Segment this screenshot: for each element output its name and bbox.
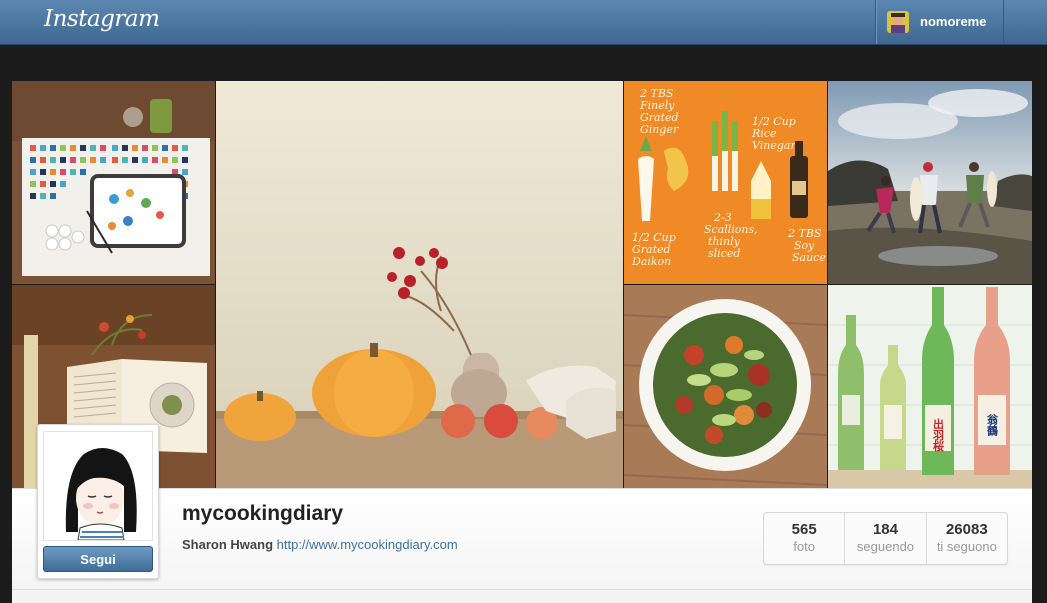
profile-stats: 565 foto 184 seguendo 26083 ti seguono [763,512,1008,565]
top-nav-bar: Instagram nomoreme [0,0,1047,45]
user-avatar[interactable] [887,11,909,33]
photo-tile-recipe-card[interactable]: 2 TBS Finely Grated Ginger 1/2 Cup Rice … [624,81,827,284]
stat-following-label: seguendo [856,539,915,554]
divider [12,589,1032,590]
photo-tile-pumpkins[interactable] [216,81,623,488]
sake-label-text: 翁鶴 [986,413,999,437]
stat-followers-label: ti seguono [936,539,997,554]
profile-avatar[interactable] [43,431,153,541]
photo-grid: 2 TBS Finely Grated Ginger 1/2 Cup Rice … [12,81,1032,488]
recipe-text-line: Ginger [640,123,679,136]
username-label[interactable]: nomoreme [920,14,986,29]
profile-full-name: Sharon Hwang [182,537,274,552]
profile-website-link[interactable]: http://www.mycookingdiary.com [277,537,458,552]
recipe-text-line: Vinegar [752,139,796,152]
instagram-logo[interactable]: Instagram [44,6,160,32]
stat-following[interactable]: 184 seguendo [844,513,925,564]
stat-photos-count: 565 [791,521,817,538]
recipe-text-line: Sauce [792,251,826,264]
sake-label-text: 出羽桜 [932,417,945,452]
stat-followers-count: 26083 [945,521,988,538]
user-menu[interactable]: nomoreme [875,0,1004,44]
stat-photos[interactable]: 565 foto [764,513,844,564]
photo-tile-salad[interactable] [624,285,827,488]
follow-button[interactable]: Segui [43,546,153,572]
recipe-text-line: Daikon [631,255,671,268]
stat-photos-label: foto [793,539,815,554]
photo-tile-beach[interactable] [828,81,1032,284]
recipe-text-line: sliced [708,247,740,260]
stat-following-count: 184 [872,521,898,538]
profile-avatar-card: Segui [37,424,159,579]
photo-tile-sake-bottles[interactable]: 出羽桜 翁鶴 [828,285,1032,488]
profile-bio: Sharon Hwang http://www.mycookingdiary.c… [182,537,458,552]
photo-tile-paint-palette[interactable] [12,81,215,284]
stat-followers[interactable]: 26083 ti seguono [925,513,1007,564]
profile-username: mycookingdiary [182,502,344,525]
